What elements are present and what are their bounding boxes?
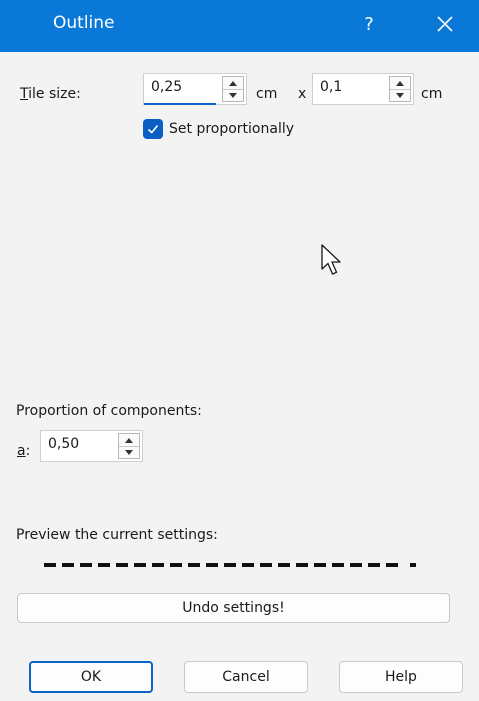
proportion-a-label: a: [17, 443, 31, 459]
tile-width-arrows[interactable] [222, 76, 244, 102]
title-help-button[interactable]: ? [352, 6, 386, 42]
tile-height-value[interactable]: 0,1 [320, 79, 342, 95]
tile-size-separator: x [298, 86, 307, 102]
set-proportionally-checkbox[interactable] [143, 119, 163, 139]
proportion-heading: Proportion of components: [16, 403, 202, 419]
arrow-down-icon [396, 92, 404, 98]
outline-preview [44, 563, 416, 567]
tile-width-value[interactable]: 0,25 [151, 79, 182, 95]
tile-width-unit: cm [256, 86, 278, 102]
set-proportionally-label[interactable]: Set proportionally [169, 121, 294, 137]
mouse-pointer-icon [321, 244, 341, 275]
arrow-up-icon [396, 80, 404, 86]
help-button[interactable]: Help [339, 661, 463, 693]
ok-button[interactable]: OK [29, 661, 153, 693]
arrow-up-icon [229, 80, 237, 86]
proportion-a-arrows[interactable] [118, 433, 140, 459]
tile-size-label: Tile size: [20, 86, 81, 102]
proportion-a-value[interactable]: 0,50 [48, 436, 79, 452]
tile-height-unit: cm [421, 86, 443, 102]
tile-height-stepper[interactable]: 0,1 [312, 73, 414, 105]
undo-settings-button[interactable]: Undo settings! [17, 593, 450, 623]
preview-heading: Preview the current settings: [16, 527, 218, 543]
arrow-down-icon [229, 92, 237, 98]
proportion-a-stepper[interactable]: 0,50 [40, 430, 143, 462]
tile-width-down-button[interactable] [223, 89, 243, 101]
outline-dialog: Outline ? Tile size: 0,25 cm x 0,1 cm Se… [0, 0, 479, 701]
arrow-up-icon [125, 437, 133, 443]
dialog-title: Outline [53, 13, 115, 33]
tile-width-stepper[interactable]: 0,25 [143, 73, 247, 105]
tile-height-arrows[interactable] [389, 76, 411, 102]
cancel-button[interactable]: Cancel [184, 661, 308, 693]
arrow-down-icon [125, 449, 133, 455]
close-button[interactable] [425, 4, 465, 44]
tile-height-down-button[interactable] [390, 89, 410, 101]
proportion-a-down-button[interactable] [119, 446, 139, 458]
checkmark-icon [147, 124, 159, 134]
title-bar[interactable]: Outline ? [0, 0, 479, 52]
focus-indicator [144, 103, 216, 105]
close-icon [437, 16, 453, 32]
